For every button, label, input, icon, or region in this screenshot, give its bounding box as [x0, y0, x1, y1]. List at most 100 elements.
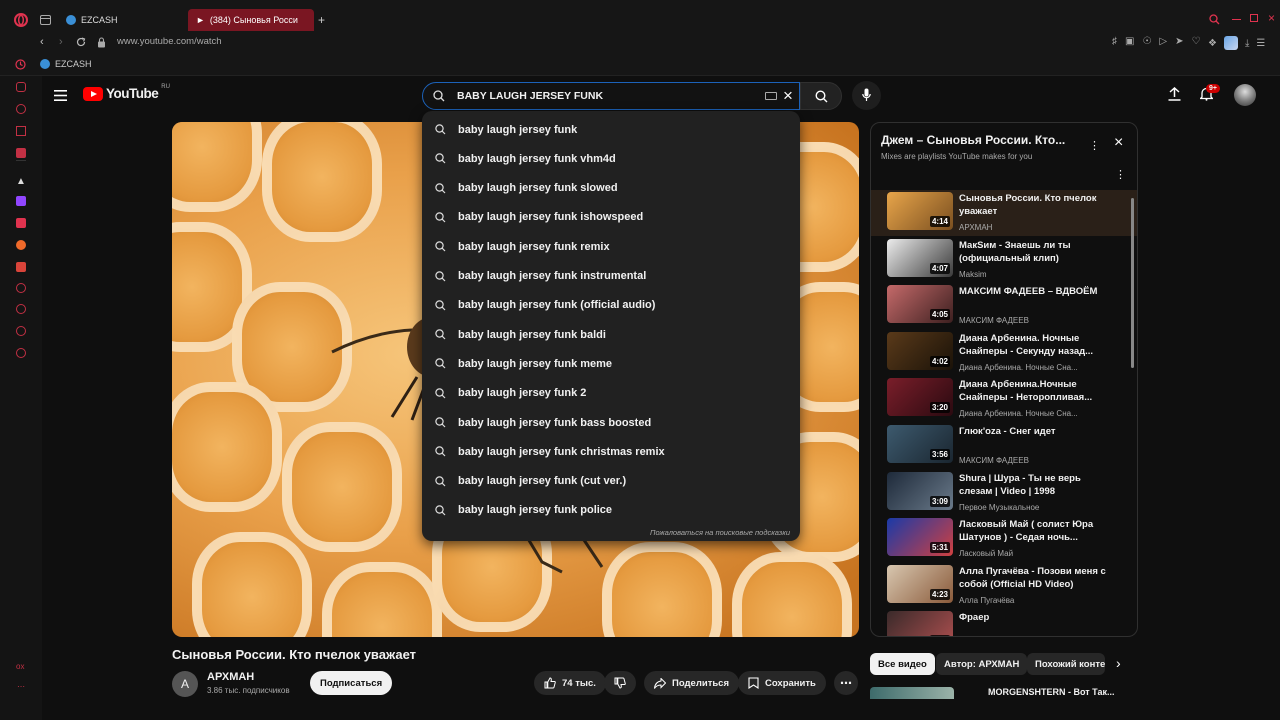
shield-icon[interactable]: ☉ [1142, 36, 1151, 47]
playlist-item[interactable]: 4:02 Диана Арбенина. Ночные Снайперы - Се… [871, 330, 1137, 376]
search-suggestion[interactable]: baby laugh jersey funk [422, 115, 800, 144]
playlist-thumbnail[interactable]: 4:02 [887, 331, 953, 370]
playlist-thumbnail[interactable]: 3:09 [887, 471, 953, 510]
playlist-item[interactable]: 4:05 МАКСИМ ФАДЕЕВ – ВДВОЁМ МАКСИМ ФАДЕЕВ [871, 283, 1137, 329]
share-button[interactable]: Поделиться [644, 671, 740, 695]
search-suggestion[interactable]: baby laugh jersey funk (official audio) [422, 291, 800, 320]
speed-dial-icon[interactable] [15, 59, 26, 70]
youtube-logo[interactable]: YouTube RU [83, 84, 170, 101]
more-actions-button[interactable]: ⋯ [834, 671, 858, 695]
tab-menu-icon[interactable] [40, 15, 51, 25]
playlist-item-title[interactable]: Сыновья России. Кто пчелок уважает [959, 192, 1109, 218]
play-icon[interactable]: ▷ [1159, 36, 1167, 47]
close-playlist-button[interactable]: × [1114, 135, 1123, 151]
next-video-title[interactable]: MORGENSHTERN - Вот Так... [988, 687, 1114, 697]
workspace-icon[interactable] [16, 104, 26, 114]
messenger-icon[interactable] [16, 126, 26, 136]
heart-icon[interactable]: ♡ [1192, 36, 1201, 47]
minimize-button[interactable] [1232, 19, 1241, 20]
playlist-scrollbar[interactable] [1131, 198, 1134, 368]
playlist-item-title[interactable]: Фраер [959, 611, 1109, 624]
playlist-item[interactable]: 3:09 Shura | Шура - Ты не верь слезам | V… [871, 470, 1137, 516]
upload-icon[interactable] [1168, 87, 1181, 101]
chips-next-arrow-icon[interactable]: › [1116, 655, 1121, 671]
channel-name[interactable]: АРХМАН [207, 671, 254, 683]
search-suggestion[interactable]: baby laugh jersey funk bass boosted [422, 408, 800, 437]
like-button[interactable]: 74 тыс. [534, 671, 606, 695]
channel-avatar[interactable]: А [172, 671, 198, 697]
search-box[interactable]: BABY LAUGH JERSEY FUNK × [422, 82, 800, 110]
new-tab-button[interactable]: + [318, 13, 325, 27]
next-video-thumbnail[interactable] [870, 687, 954, 699]
playlist-options-icon[interactable]: ⋮ [1115, 168, 1126, 181]
playlist-item-title[interactable]: Диана Арбенина. Ночные Снайперы - Секунд… [959, 332, 1109, 358]
tab-ezcash[interactable]: EZCASH [58, 9, 126, 31]
chip-all-videos[interactable]: Все видео [870, 653, 935, 675]
settings-icon[interactable] [16, 348, 26, 358]
aria-ai-icon[interactable]: ▲ [16, 176, 26, 187]
more-icon[interactable]: ⋯ [17, 682, 25, 691]
playlist-item-title[interactable]: МАКСИМ ФАДЕЕВ – ВДВОЁМ [959, 285, 1109, 298]
search-suggestion[interactable]: baby laugh jersey funk remix [422, 232, 800, 261]
back-button[interactable]: ‹ [40, 36, 44, 48]
playlist-item-title[interactable]: Глюк'oza - Снег идет [959, 425, 1109, 438]
playlist-thumbnail[interactable]: 5:31 [887, 518, 953, 557]
playlist-item-title[interactable]: Диана Арбенина.Ночные Снайперы - Нетороп… [959, 378, 1109, 404]
close-window-button[interactable]: × [1268, 11, 1275, 25]
save-button[interactable]: Сохранить [738, 671, 826, 695]
aria-icon[interactable] [16, 82, 26, 92]
playlist-item[interactable]: 5:31 Ласковый Май ( солист Юра Шатунов ) … [871, 516, 1137, 562]
playlist-item[interactable]: 3:56 Глюк'oza - Снег идет МАКСИМ ФАДЕЕВ [871, 423, 1137, 469]
account-avatar[interactable] [1234, 84, 1256, 106]
playlist-menu-icon[interactable]: ⋮ [1089, 139, 1100, 152]
bookmark-ezcash[interactable]: EZCASH [40, 59, 92, 69]
gmail-icon[interactable] [16, 148, 26, 158]
dislike-button[interactable] [604, 671, 636, 695]
playlist-item[interactable]: 3:20 Диана Арбенина.Ночные Снайперы - Нет… [871, 376, 1137, 422]
search-button[interactable] [800, 82, 842, 110]
playlist-thumbnail[interactable]: 3:56 [887, 425, 953, 463]
search-tabs-icon[interactable] [1209, 14, 1220, 25]
playlist-title[interactable]: Джем – Сыновья России. Кто... [881, 133, 1065, 147]
playlist-thumbnail[interactable]: 4:05 [887, 285, 953, 324]
search-suggestion[interactable]: baby laugh jersey funk slowed [422, 174, 800, 203]
playlist-item[interactable]: 4:23 Алла Пугачёва - Позови меня с собой … [871, 563, 1137, 609]
search-suggestion[interactable]: baby laugh jersey funk instrumental [422, 262, 800, 291]
hamburger-menu-icon[interactable] [52, 87, 68, 103]
opera-logo-icon[interactable] [14, 13, 28, 27]
pinboard-icon[interactable] [16, 283, 26, 293]
search-input[interactable]: BABY LAUGH JERSEY FUNK [457, 90, 603, 102]
chip-author[interactable]: Автор: АРХМАН [936, 653, 1028, 675]
lock-icon[interactable] [97, 37, 106, 48]
search-suggestion[interactable]: baby laugh jersey funk christmas remix [422, 437, 800, 466]
playlist-thumbnail[interactable]: 4:07 [887, 238, 953, 277]
playlist-item[interactable]: 4:07 МакSим - Знаешь ли ты (официальный к… [871, 237, 1137, 283]
maximize-button[interactable] [1250, 14, 1258, 22]
search-suggestion[interactable]: baby laugh jersey funk ishowspeed [422, 203, 800, 232]
extensions-sidebar-icon[interactable] [16, 326, 26, 336]
download-icon[interactable]: ⤓ [1245, 38, 1249, 49]
report-suggestions-link[interactable]: Пожаловаться на поисковые подсказки [650, 528, 790, 537]
playlist-item-title[interactable]: Алла Пугачёва - Позови меня с собой (Off… [959, 565, 1109, 591]
tab-youtube[interactable]: ► (384) Сыновья Росси [188, 9, 314, 31]
search-suggestion[interactable]: baby laugh jersey funk vhm4d [422, 144, 800, 173]
opera-x-icon[interactable]: ox [16, 662, 24, 671]
url-field[interactable]: www.youtube.com/watch [117, 36, 222, 47]
playlist-thumbnail[interactable]: 3:20 [887, 378, 953, 417]
extensions-icon[interactable]: ❖ [1208, 38, 1217, 49]
clear-search-button[interactable]: × [783, 85, 793, 107]
music-icon[interactable] [16, 240, 26, 250]
yandex-icon[interactable] [16, 218, 26, 228]
search-suggestion[interactable]: baby laugh jersey funk baldi [422, 320, 800, 349]
pin-icon[interactable]: ♯ [1112, 36, 1117, 47]
playlist-thumbnail[interactable]: 2:57 [887, 611, 953, 636]
vk-icon[interactable] [16, 262, 26, 272]
chip-related[interactable]: Похожий конте... [1027, 653, 1105, 675]
subscribe-button[interactable]: Подписаться [310, 671, 393, 695]
search-suggestion[interactable]: baby laugh jersey funk meme [422, 349, 800, 378]
playlist-thumbnail[interactable]: 4:23 [887, 564, 953, 603]
playlist-item-title[interactable]: Ласковый Май ( солист Юра Шатунов ) - Се… [959, 518, 1109, 544]
snapshot-icon[interactable]: ▣ [1125, 36, 1134, 47]
playlist-item-title[interactable]: Shura | Шура - Ты не верь слезам | Video… [959, 472, 1109, 498]
easy-setup-icon[interactable]: ☰ [1256, 38, 1265, 49]
